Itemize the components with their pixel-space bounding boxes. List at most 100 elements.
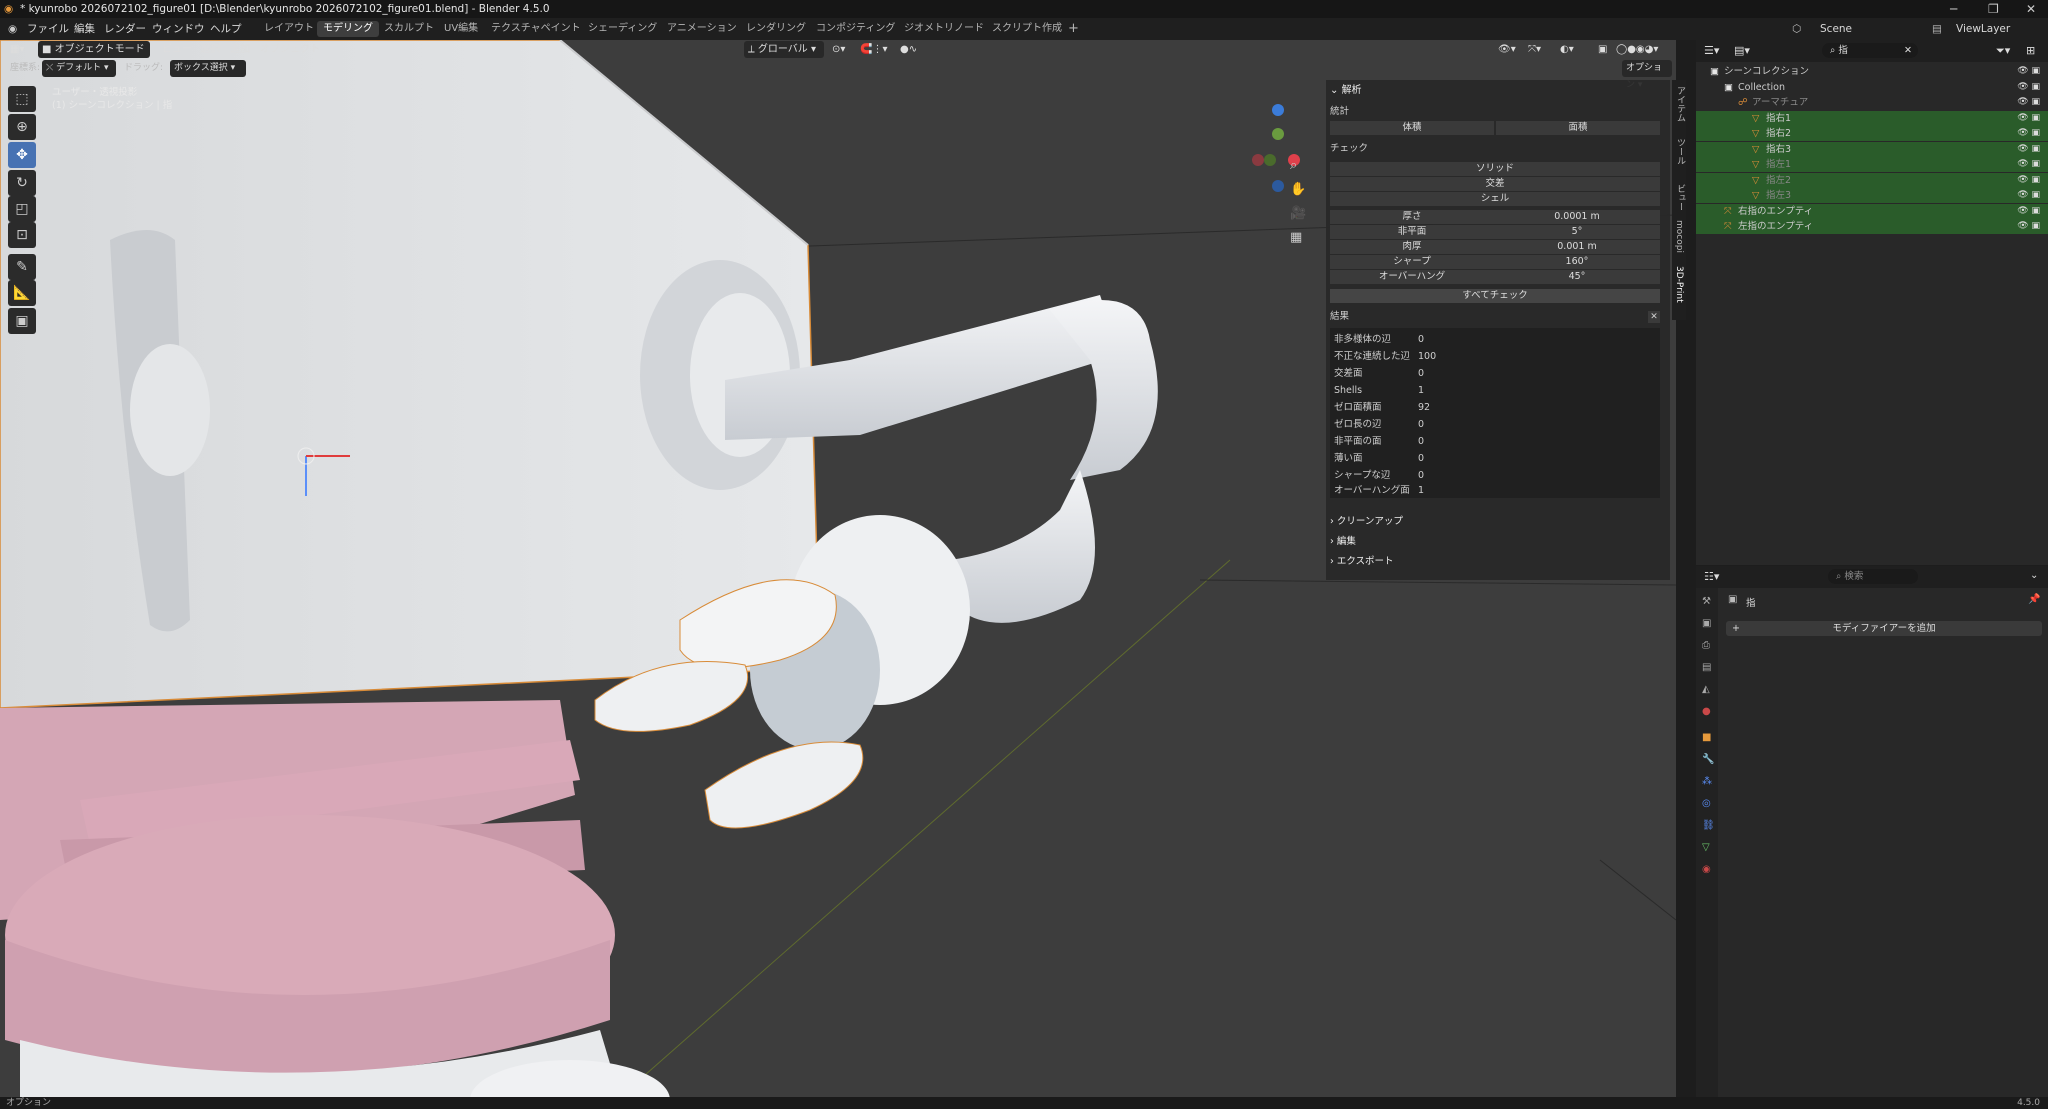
volume-button[interactable]: 体積 [1330,121,1494,135]
visibility-toggle-icon[interactable]: 👁 ▣ [2017,204,2040,219]
thickness-value[interactable]: 0.0001 m [1494,210,1660,224]
visibility-toggle-icon[interactable]: 👁 ▣ [2017,173,2040,188]
outliner-row[interactable]: ▽ 指左1 👁 ▣ [1696,157,2048,172]
pivot-icon[interactable]: ⊙▾ [828,41,849,58]
result-label-3[interactable]: Shells [1334,384,1362,398]
coord-dropdown[interactable]: ⤬ デフォルト ▾ [42,60,116,77]
area-button[interactable]: 面積 [1496,121,1660,135]
transform-tool[interactable]: ⊡ [8,222,36,248]
minimize-icon[interactable]: ─ [1950,0,1957,18]
gizmo-y-axis[interactable] [1272,128,1284,140]
visibility-toggle-icon[interactable]: 👁 ▣ [2017,219,2040,234]
outliner-editor-icon[interactable]: ☰▾ [1704,44,1719,57]
gizmo-neg-y[interactable] [1264,154,1276,166]
result-label-8[interactable]: シャープな辺 [1334,469,1390,483]
drag-dropdown[interactable]: ボックス選択 ▾ [170,60,246,77]
xray-icon[interactable]: ▣ [1594,41,1611,58]
menu-edit[interactable]: 編集 [74,18,95,40]
result-label-0[interactable]: 非多様体の辺 [1334,333,1391,347]
properties-search[interactable]: ⌕ 検索 [1828,569,1918,584]
outliner-row[interactable]: ▽ 指右3 👁 ▣ [1696,141,2048,157]
outliner-row[interactable]: ▽ 指左3 👁 ▣ [1696,188,2048,203]
check-intersect-button[interactable]: 交差 [1330,177,1660,191]
scene-tab-icon[interactable]: ◭ [1702,684,1710,695]
maximize-icon[interactable]: ❐ [1988,0,1999,18]
scene-name[interactable]: Scene [1820,18,1852,40]
tab-animation[interactable]: アニメーション [661,21,743,37]
cursor-tool[interactable]: ⊕ [8,114,36,140]
visibility-toggle-icon[interactable]: 👁 ▣ [2017,157,2040,172]
check-all-button[interactable]: すべてチェック [1330,289,1660,303]
editor-type-icon[interactable]: ▦▾ [6,41,28,58]
tab-uv-editing[interactable]: UV編集 [438,21,484,37]
render-tab-icon[interactable]: ▣ [1702,618,1711,629]
select-box-tool[interactable]: ⬚ [8,86,36,112]
visibility-toggle-icon[interactable]: 👁 ▣ [2017,95,2040,110]
view-layer-tab-icon[interactable]: ▤ [1702,662,1711,673]
annotate-tool[interactable]: ✎ [8,254,36,280]
visibility-toggle-icon[interactable]: 👁 ▣ [2017,188,2040,203]
tab-view[interactable]: ビュー [1674,184,1687,211]
visibility-toggle-icon[interactable]: 👁 ▣ [2017,142,2040,157]
gizmo-icon[interactable]: ⤧▾ [1524,41,1545,58]
result-label-7[interactable]: 薄い面 [1334,452,1363,466]
overlays-icon[interactable]: ◐▾ [1556,41,1578,58]
tab-geometry-nodes[interactable]: ジオメトリノード [898,21,990,37]
gizmo-neg-x[interactable] [1252,154,1264,166]
physics-tab-icon[interactable]: ◎ [1702,798,1711,809]
add-modifier-button[interactable]: + モディファイアーを追加 [1726,621,2042,636]
menu-help[interactable]: ヘルプ [210,18,242,40]
wall-thickness-value[interactable]: 0.001 m [1494,240,1660,254]
menu-view[interactable]: ビュー [158,41,196,58]
tab-mocopi[interactable]: mocopi [1674,220,1684,253]
nonplanar-value[interactable]: 5° [1494,225,1660,239]
outliner-row[interactable]: ▣ Collection 👁 ▣ [1696,80,2048,95]
snap-icon[interactable]: 🧲⋮▾ [856,41,891,58]
check-solid-button[interactable]: ソリッド [1330,162,1660,176]
properties-editor-icon[interactable]: ☷▾ [1704,570,1719,583]
proportional-edit-icon[interactable]: ●∿ [896,41,921,58]
output-tab-icon[interactable]: ⎙ [1702,640,1710,651]
check-shell-button[interactable]: シェル [1330,192,1660,206]
tab-texture-paint[interactable]: テクスチャペイント [485,21,587,37]
section-analysis[interactable]: ⌄ 解析 [1330,84,1362,98]
menu-object[interactable]: オブジェクト [256,41,324,58]
tab-scripting[interactable]: スクリプト作成 [986,21,1068,37]
new-collection-icon[interactable]: ⊞ [2026,44,2035,57]
visibility-icon[interactable]: 👁▾ [1494,41,1520,58]
object-tab-icon[interactable]: ■ [1702,732,1711,743]
modifier-tab-icon[interactable]: 🔧 [1702,754,1714,765]
section-export[interactable]: › エクスポート [1330,555,1394,569]
result-label-4[interactable]: ゼロ面積面 [1334,401,1382,415]
menu-add[interactable]: 追加 [226,41,254,58]
material-tab-icon[interactable]: ◉ [1702,864,1711,875]
measure-tool[interactable]: 📐 [8,280,36,306]
section-cleanup[interactable]: › クリーンアップ [1330,515,1403,529]
display-mode-icon[interactable]: ▤▾ [1734,44,1750,57]
visibility-toggle-icon[interactable]: 👁 ▣ [2017,80,2040,95]
close-icon[interactable]: ✕ [2026,0,2036,18]
visibility-toggle-icon[interactable]: 👁 ▣ [2017,111,2040,126]
result-label-1[interactable]: 不正な連続した辺 [1334,350,1410,364]
outliner-row[interactable]: ☍ アーマチュア 👁 ▣ [1696,95,2048,110]
tab-shading[interactable]: シェーディング [582,21,663,37]
menu-file[interactable]: ファイル [27,18,69,40]
pin-icon[interactable]: 📌 [2028,594,2040,605]
menu-window[interactable]: ウィンドウ [152,18,205,40]
viewlayer-name[interactable]: ViewLayer [1956,18,2010,40]
clear-search-icon[interactable]: ✕ [1904,43,1912,58]
grid-ortho-icon[interactable]: ▦ [1290,226,1306,250]
camera-icon[interactable]: 🎥 [1290,202,1306,226]
visibility-toggle-icon[interactable]: 👁 ▣ [2017,64,2040,79]
outliner-row[interactable]: ⤧ 左指のエンプティ 👁 ▣ [1696,219,2048,234]
tab-3d-print[interactable]: 3D-Print [1674,266,1684,303]
outliner-search[interactable]: ⌕ 指 ✕ [1822,43,1918,58]
add-workspace-icon[interactable]: + [1062,21,1085,37]
add-cube-tool[interactable]: ▣ [8,308,36,334]
properties-dropdown-icon[interactable]: ⌄ [2030,570,2038,581]
constraints-tab-icon[interactable]: ⛓ [1702,820,1715,831]
tab-layout[interactable]: レイアウト [258,21,320,37]
tab-item[interactable]: アイテム [1674,86,1687,122]
menu-select[interactable]: 選択 [196,41,224,58]
visibility-toggle-icon[interactable]: 👁 ▣ [2017,126,2040,141]
